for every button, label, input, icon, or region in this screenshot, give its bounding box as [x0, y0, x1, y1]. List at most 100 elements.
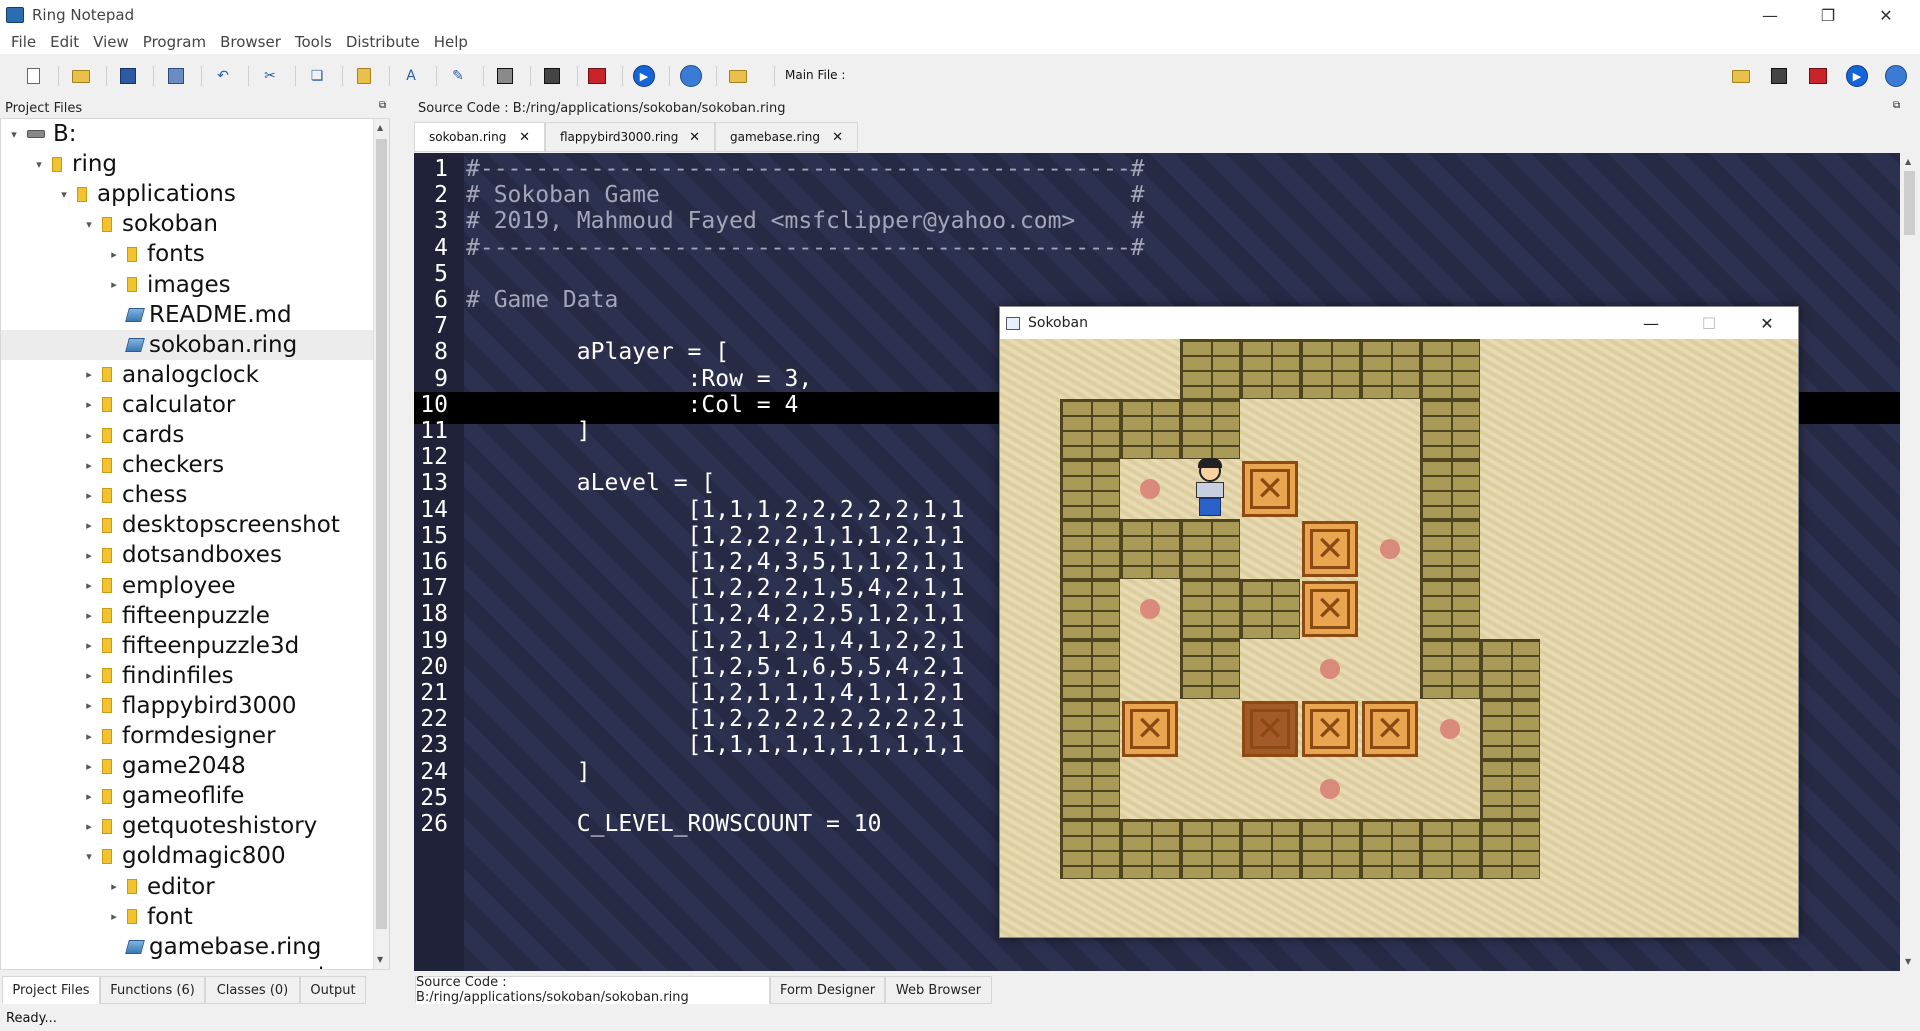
tree-item[interactable]: gamecamera.ring — [1, 962, 389, 969]
tree-item[interactable]: ▸ desktopscreenshot — [1, 510, 389, 540]
collapse-arrow-icon[interactable]: ▸ — [82, 730, 96, 743]
copy-icon[interactable]: ❏ — [306, 65, 328, 87]
scroll-up-icon[interactable]: ▲ — [377, 123, 383, 132]
font-icon[interactable]: A — [400, 65, 422, 87]
tab-source-code[interactable]: Source Code : B:/ring/applications/sokob… — [415, 975, 770, 1005]
tree-item[interactable]: ▸ calculator — [1, 390, 389, 420]
collapse-arrow-icon[interactable]: ▸ — [82, 398, 96, 411]
run-gui-main-icon[interactable] — [1807, 65, 1829, 87]
web-icon[interactable] — [680, 65, 702, 87]
collapse-arrow-icon[interactable]: ▸ — [107, 278, 121, 291]
collapse-arrow-icon[interactable]: ▸ — [82, 699, 96, 712]
run-gui-icon[interactable] — [586, 65, 608, 87]
collapse-arrow-icon[interactable]: ▸ — [82, 760, 96, 773]
sokoban-minimize-button[interactable]: — — [1622, 307, 1680, 339]
tree-item[interactable]: gamebase.ring — [1, 932, 389, 962]
tab-web-browser[interactable]: Web Browser — [885, 976, 992, 1004]
sokoban-close-button[interactable]: ✕ — [1738, 307, 1796, 339]
scroll-up-icon[interactable]: ▲ — [1905, 157, 1911, 166]
collapse-arrow-icon[interactable]: ▸ — [82, 820, 96, 833]
tree-item[interactable]: ▸ checkers — [1, 450, 389, 480]
close-tab-icon[interactable]: ✕ — [689, 130, 700, 145]
collapse-arrow-icon[interactable]: ▸ — [82, 579, 96, 592]
tree-item[interactable]: ▸ analogclock — [1, 360, 389, 390]
tree-item[interactable]: ▸ cards — [1, 420, 389, 450]
collapse-arrow-icon[interactable]: ▸ — [107, 910, 121, 923]
sokoban-window[interactable]: Sokoban — ☐ ✕ — [999, 306, 1799, 938]
close-tab-icon[interactable]: ✕ — [519, 130, 530, 145]
tree-item[interactable]: ▸ images — [1, 270, 389, 300]
tab-sokoban-ring[interactable]: sokoban.ring ✕ — [414, 122, 545, 152]
collapse-arrow-icon[interactable]: ▸ — [82, 489, 96, 502]
sokoban-maximize-button[interactable]: ☐ — [1680, 307, 1738, 339]
tree-item[interactable]: ▾ ring — [1, 149, 389, 179]
expand-arrow-icon[interactable]: ▾ — [82, 850, 96, 863]
undo-icon[interactable]: ↶ — [212, 65, 234, 87]
tree-item[interactable]: ▸ editor — [1, 872, 389, 902]
tree-scrollbar[interactable]: ▲ ▼ — [373, 119, 389, 969]
tree-item[interactable]: ▸ dotsandboxes — [1, 540, 389, 570]
tree-item[interactable]: ▾ goldmagic800 — [1, 841, 389, 871]
collapse-arrow-icon[interactable]: ▸ — [82, 459, 96, 472]
find-icon[interactable]: ✎ — [447, 65, 469, 87]
sokoban-board[interactable] — [1000, 339, 1798, 937]
menu-file[interactable]: File — [4, 33, 43, 51]
open-folder-icon[interactable] — [70, 65, 92, 87]
close-button[interactable]: ✕ — [1857, 0, 1915, 30]
open-main-file-icon[interactable] — [1730, 65, 1752, 87]
tab-form-designer[interactable]: Form Designer — [770, 976, 885, 1004]
tree-item[interactable]: ▸ font — [1, 902, 389, 932]
scroll-thumb[interactable] — [1904, 171, 1915, 235]
run-icon[interactable]: ▶ — [633, 65, 655, 87]
tree-item[interactable]: ▸ gameoflife — [1, 781, 389, 811]
menu-view[interactable]: View — [86, 33, 136, 51]
collapse-arrow-icon[interactable]: ▸ — [82, 790, 96, 803]
collapse-arrow-icon[interactable]: ▸ — [82, 368, 96, 381]
tab-gamebase-ring[interactable]: gamebase.ring ✕ — [715, 122, 858, 152]
expand-arrow-icon[interactable]: ▾ — [32, 158, 46, 171]
menu-tools[interactable]: Tools — [288, 33, 339, 51]
collapse-arrow-icon[interactable]: ▸ — [82, 639, 96, 652]
menu-help[interactable]: Help — [427, 33, 475, 51]
close-tab-icon[interactable]: ✕ — [832, 130, 843, 145]
tab-classes[interactable]: Classes (0) — [205, 976, 300, 1004]
collapse-arrow-icon[interactable]: ▸ — [82, 429, 96, 442]
debug-main-icon[interactable] — [1768, 65, 1790, 87]
source-panel-undock-icon[interactable]: ⧉ — [1893, 100, 1900, 111]
tree-item[interactable]: ▸ game2048 — [1, 751, 389, 781]
cut-icon[interactable]: ✂ — [259, 65, 281, 87]
scroll-down-icon[interactable]: ▼ — [1905, 957, 1911, 966]
save-as-icon[interactable] — [165, 65, 187, 87]
collapse-arrow-icon[interactable]: ▸ — [82, 519, 96, 532]
tree-item[interactable]: ▾ sokoban — [1, 209, 389, 239]
tree-item[interactable]: ▾ B: — [1, 119, 389, 149]
tab-functions[interactable]: Functions (6) — [100, 976, 205, 1004]
paste-icon[interactable] — [353, 65, 375, 87]
expand-arrow-icon[interactable]: ▾ — [57, 188, 71, 201]
tree-item[interactable]: ▸ findinfiles — [1, 661, 389, 691]
tree-item[interactable]: ▸ chess — [1, 480, 389, 510]
collapse-arrow-icon[interactable]: ▸ — [82, 669, 96, 682]
run-main-icon[interactable]: ▶ — [1846, 65, 1868, 87]
tab-output[interactable]: Output — [300, 976, 366, 1004]
collapse-arrow-icon[interactable]: ▸ — [82, 549, 96, 562]
minimize-button[interactable]: — — [1741, 0, 1799, 30]
web-main-icon[interactable] — [1885, 65, 1907, 87]
collapse-arrow-icon[interactable]: ▸ — [107, 248, 121, 261]
scroll-thumb[interactable] — [376, 139, 387, 929]
collapse-arrow-icon[interactable]: ▸ — [82, 609, 96, 622]
menu-program[interactable]: Program — [136, 33, 213, 51]
tree-item[interactable]: ▸ fifteenpuzzle — [1, 601, 389, 631]
menu-edit[interactable]: Edit — [43, 33, 86, 51]
scroll-down-icon[interactable]: ▼ — [377, 955, 383, 964]
tab-flappybird3000-ring[interactable]: flappybird3000.ring ✕ — [545, 122, 715, 152]
tree-item[interactable]: sokoban.ring — [1, 329, 389, 360]
menu-browser[interactable]: Browser — [213, 33, 288, 51]
debug-icon[interactable] — [541, 65, 563, 87]
tree-item[interactable]: ▸ flappybird3000 — [1, 691, 389, 721]
tree-item[interactable]: README.md — [1, 300, 389, 330]
tree-item[interactable]: ▸ getquoteshistory — [1, 811, 389, 841]
tree-item[interactable]: ▾ applications — [1, 179, 389, 209]
expand-arrow-icon[interactable]: ▾ — [82, 218, 96, 231]
editor-scrollbar[interactable]: ▲ ▼ — [1902, 153, 1919, 971]
